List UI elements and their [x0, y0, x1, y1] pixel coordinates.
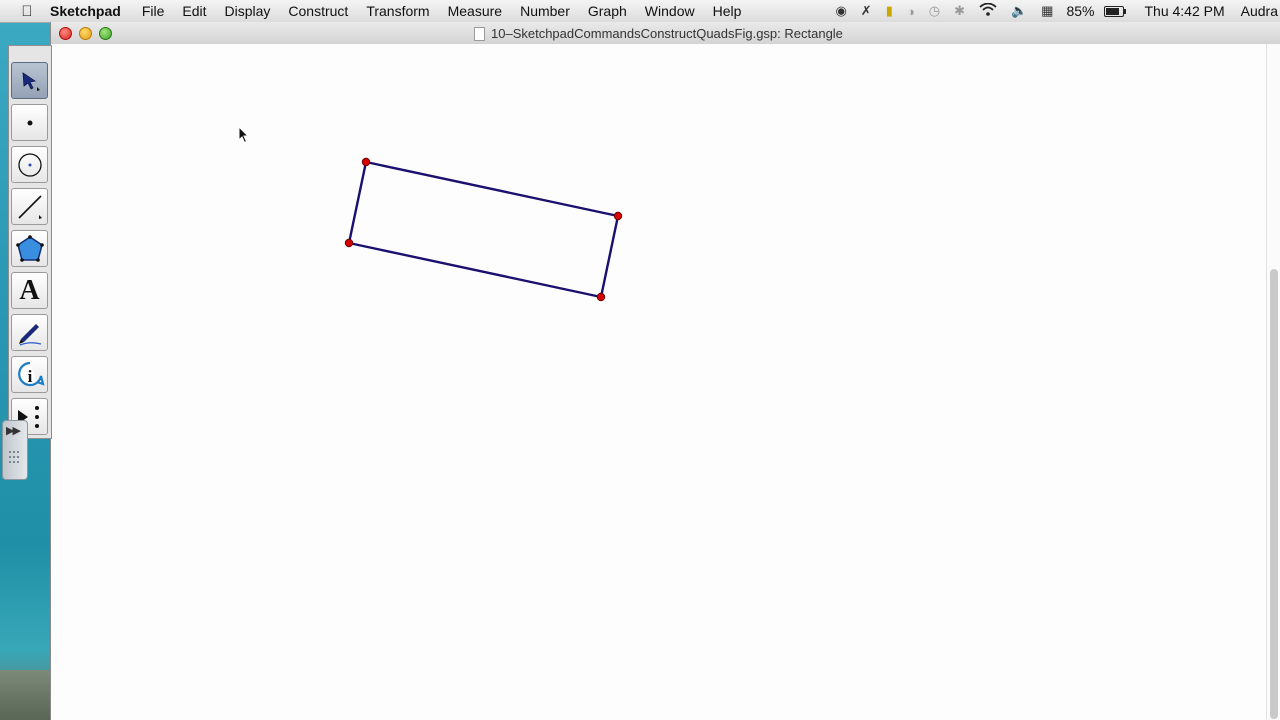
marker-tool[interactable]: [11, 314, 48, 351]
grip-dot: [17, 456, 19, 458]
menu-graph[interactable]: Graph: [579, 3, 636, 19]
rectangle-side[interactable]: [347, 160, 368, 245]
document-icon: [474, 27, 485, 41]
grip-dot: [17, 451, 19, 453]
marker-tool-icon: [18, 323, 41, 346]
rectangle-side[interactable]: [347, 241, 603, 299]
sketch-drawing[interactable]: [51, 44, 1267, 720]
window-titlebar[interactable]: 10–SketchpadCommandsConstructQuadsFig.gs…: [51, 22, 1280, 45]
clock[interactable]: Thu 4:42 PM: [1144, 3, 1224, 19]
polygon-tool-icon: [15, 234, 44, 262]
menu-window[interactable]: Window: [636, 3, 704, 19]
rectangle-vertex[interactable]: [344, 238, 354, 248]
information-icon: i: [17, 361, 45, 386]
zoom-button[interactable]: [99, 27, 112, 40]
volume-icon[interactable]: 🔈: [1011, 3, 1027, 19]
time-machine-icon[interactable]: ◷: [929, 3, 940, 19]
menu-construct[interactable]: Construct: [279, 3, 357, 19]
grip-dot: [17, 461, 19, 463]
grip-dot: [9, 451, 11, 453]
battery-percent[interactable]: 85%: [1066, 3, 1094, 19]
tools-icon[interactable]: ✗: [861, 3, 872, 19]
sketch-window: 10–SketchpadCommandsConstructQuadsFig.gs…: [50, 22, 1280, 720]
grip-dot: [13, 451, 15, 453]
menu-file[interactable]: File: [133, 3, 174, 19]
apple-menu-icon[interactable]: : [18, 3, 36, 20]
menu-bar:  Sketchpad File Edit Display Construct …: [0, 0, 1280, 23]
close-button[interactable]: [59, 27, 72, 40]
straightedge-tool-icon: [17, 194, 42, 219]
point-tool[interactable]: [11, 104, 48, 141]
minimize-button[interactable]: [79, 27, 92, 40]
desktop-rock: [0, 670, 50, 720]
arrow-tool-icon: [22, 71, 40, 91]
wifi-icon[interactable]: [979, 2, 997, 19]
window-title: 10–SketchpadCommandsConstructQuadsFig.gs…: [491, 26, 843, 41]
grip-dot: [13, 461, 15, 463]
toolbox-collapse-tab[interactable]: ▶▶: [2, 420, 28, 480]
text-tool[interactable]: A: [11, 272, 48, 309]
menu-transform[interactable]: Transform: [357, 3, 438, 19]
expand-arrows-icon: ▶▶: [6, 425, 21, 437]
polygon-tool[interactable]: [11, 230, 48, 267]
rectangle-vertex[interactable]: [613, 211, 623, 221]
arrow-tool[interactable]: [11, 62, 48, 99]
bluetooth-icon[interactable]: ✱: [954, 3, 965, 19]
point-tool-icon: [27, 120, 32, 125]
status-area: ◉ ✗ ▮ ◑ ◷ ✱ 🔈 ▦ 85% Thu 4:42 PM Audra: [828, 0, 1280, 22]
input-menu-icon[interactable]: ▦: [1041, 3, 1053, 19]
menu-display[interactable]: Display: [216, 3, 280, 19]
menu-number[interactable]: Number: [511, 3, 579, 19]
scroll-thumb[interactable]: [1270, 269, 1278, 719]
grip-dot: [9, 456, 11, 458]
svg-text:i: i: [27, 367, 32, 386]
user-name[interactable]: Audra: [1241, 3, 1278, 19]
menu-app-name[interactable]: Sketchpad: [48, 3, 133, 19]
mouse-cursor-icon: [238, 126, 250, 144]
menu-help[interactable]: Help: [704, 3, 751, 19]
toolbox: A i: [8, 45, 52, 439]
text-tool-icon: A: [19, 274, 40, 306]
information-tool[interactable]: i: [11, 356, 48, 393]
grip-dot: [9, 461, 11, 463]
menu-edit[interactable]: Edit: [173, 3, 215, 19]
rectangle-vertex[interactable]: [361, 157, 371, 167]
rectangle-side[interactable]: [364, 160, 620, 218]
compass-tool-icon: [17, 152, 42, 177]
straightedge-tool[interactable]: [11, 188, 48, 225]
sketch-canvas[interactable]: [51, 44, 1280, 720]
rectangle-vertex[interactable]: [596, 292, 606, 302]
grip-dot: [13, 456, 15, 458]
rectangle-side[interactable]: [599, 214, 620, 299]
battery-icon[interactable]: [1104, 5, 1127, 17]
notes-icon[interactable]: ▮: [886, 3, 893, 19]
screen-capture-icon[interactable]: ◉: [835, 3, 846, 19]
vertical-scrollbar[interactable]: [1266, 44, 1280, 720]
sync-icon[interactable]: ◑: [907, 4, 915, 19]
compass-tool[interactable]: [11, 146, 48, 183]
menu-measure[interactable]: Measure: [439, 3, 511, 19]
